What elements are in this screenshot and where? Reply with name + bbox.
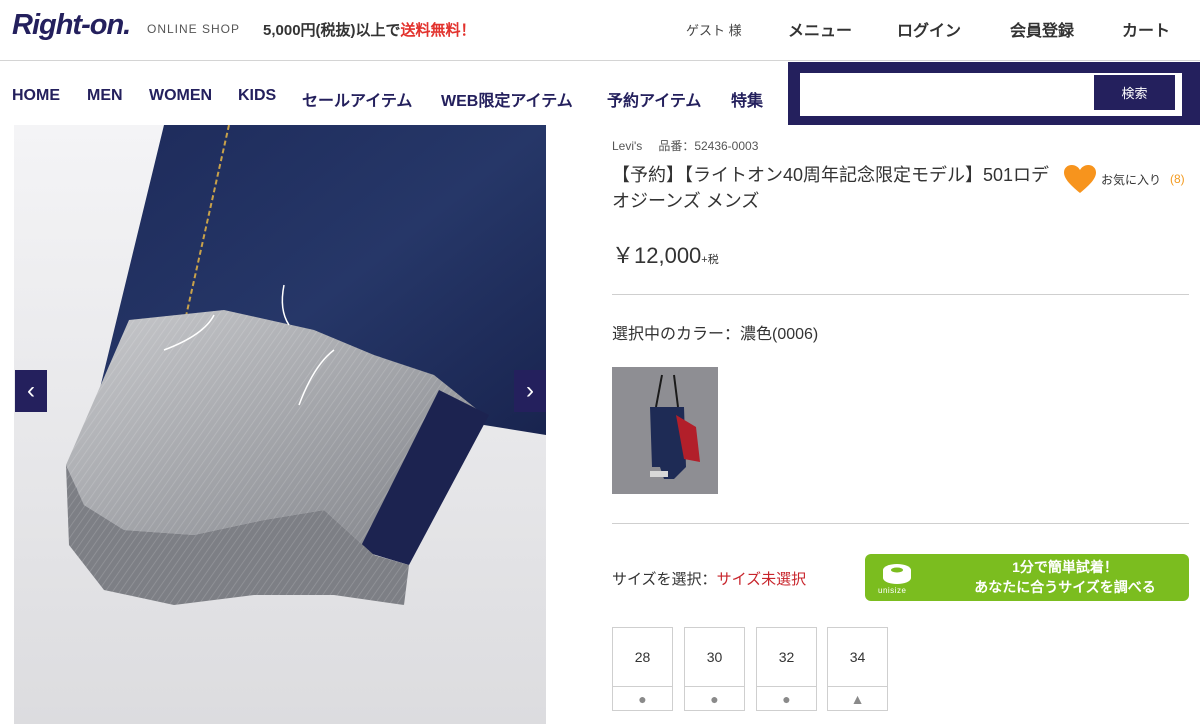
- favorite-label: お気に入り: [1101, 172, 1162, 187]
- cart-link[interactable]: カート: [1122, 17, 1170, 41]
- size-value: 30: [706, 649, 723, 665]
- nav-men[interactable]: MEN: [87, 87, 123, 105]
- unisize-logo: unisize: [878, 586, 907, 595]
- gallery-prev-button[interactable]: ‹: [15, 370, 47, 412]
- nav-web-only[interactable]: WEB限定アイテム: [441, 87, 573, 111]
- site-logo[interactable]: Right-on.: [12, 9, 131, 42]
- nav-kids[interactable]: KIDS: [238, 87, 276, 105]
- size-value: 34: [849, 649, 866, 665]
- nav-women[interactable]: WOMEN: [149, 87, 212, 105]
- stock-indicator: ▲: [828, 686, 887, 711]
- favorite-button[interactable]: お気に入り (8): [1063, 164, 1185, 194]
- price: ￥12,000+税: [612, 238, 719, 270]
- size-option[interactable]: 28 ●: [612, 627, 673, 711]
- stock-indicator: ●: [757, 686, 816, 711]
- register-link[interactable]: 会員登録: [1010, 17, 1074, 41]
- overalls-thumbnail-image: [612, 367, 718, 494]
- price-value: ￥12,000: [612, 243, 702, 268]
- favorite-count: (8): [1170, 172, 1185, 186]
- gallery-next-button[interactable]: ›: [514, 370, 546, 412]
- selected-color-label: 選択中のカラー：濃色(0006): [612, 326, 819, 343]
- brand-line: Levi's 品番：52436-0003: [612, 137, 758, 154]
- size-status: サイズ未選択: [716, 571, 807, 588]
- size-option[interactable]: 34 ▲: [827, 627, 888, 711]
- login-link[interactable]: ログイン: [897, 17, 961, 41]
- logo-subtitle: ONLINE SHOP: [147, 22, 241, 36]
- unisize-text: 1分で簡単試着！ あなたに合うサイズを調べる: [940, 557, 1190, 597]
- size-option[interactable]: 30 ●: [684, 627, 745, 711]
- top-bar: Right-on. ONLINE SHOP 5,000円(税抜)以上で送料無料！…: [0, 0, 1200, 61]
- nav-sale[interactable]: セールアイテム: [302, 87, 412, 111]
- shipping-free: 送料無料！: [400, 22, 476, 39]
- unisize-line2: あなたに合うサイズを調べる: [974, 579, 1156, 595]
- stock-indicator: ●: [685, 686, 744, 711]
- product-title: 【予約】【ライトオン40周年記念限定モデル】501ロデオジーンズ メンズ: [612, 165, 1050, 211]
- shipping-prefix: 5,000円(税抜)以上で: [263, 22, 401, 39]
- nav-preorder[interactable]: 予約アイテム: [607, 87, 701, 111]
- product-code: 品番：52436-0003: [658, 139, 759, 153]
- size-value: 32: [778, 649, 795, 665]
- size-select-label: サイズを選択：サイズ未選択: [612, 568, 806, 589]
- product-image: [14, 125, 546, 724]
- size-label: サイズを選択：: [612, 571, 717, 588]
- color-swatch-thumbnail[interactable]: [612, 367, 718, 494]
- menu-link[interactable]: メニュー: [788, 17, 852, 41]
- heart-icon: [1064, 165, 1096, 193]
- jeans-cuff-illustration: [14, 125, 546, 724]
- unisize-button[interactable]: unisize 1分で簡単試着！ あなたに合うサイズを調べる: [865, 554, 1189, 601]
- size-option[interactable]: 32 ●: [756, 627, 817, 711]
- guest-name: ゲスト 様: [686, 23, 742, 38]
- stock-indicator: ●: [613, 686, 672, 711]
- price-tax: +税: [701, 254, 719, 266]
- brand-name[interactable]: Levi's: [612, 139, 642, 153]
- divider: [612, 523, 1189, 524]
- divider: [612, 294, 1189, 295]
- size-value: 28: [634, 649, 651, 665]
- unisize-line1: 1分で簡単試着！: [1012, 559, 1118, 575]
- nav-home[interactable]: HOME: [12, 87, 60, 105]
- shipping-notice: 5,000円(税抜)以上で送料無料！: [263, 19, 476, 40]
- search-button[interactable]: 検索: [1094, 75, 1175, 110]
- nav-feature[interactable]: 特集: [731, 87, 763, 111]
